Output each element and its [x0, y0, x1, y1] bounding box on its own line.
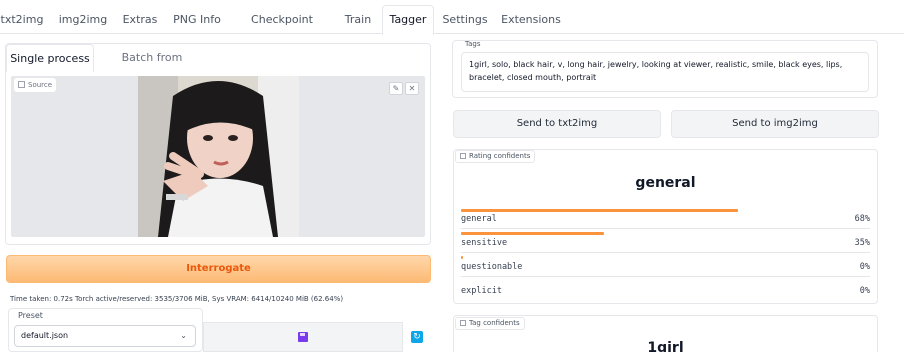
chart-icon	[460, 320, 466, 326]
preset-label: Preset	[18, 311, 43, 320]
tab-extensions[interactable]: Extensions	[500, 6, 562, 34]
tab-png-info[interactable]: PNG Info	[170, 6, 224, 34]
chevron-down-icon: ⌄	[180, 331, 187, 340]
source-label: Source	[14, 78, 57, 92]
tab-train[interactable]: Train	[340, 6, 376, 34]
tag-top-label: 1girl	[647, 340, 684, 352]
confidence-value: 0%	[859, 262, 870, 272]
confidence-name: questionable	[461, 262, 523, 272]
tags-output[interactable]: 1girl, solo, black hair, v, long hair, j…	[461, 52, 869, 92]
rating-label: Rating confidents	[455, 150, 536, 163]
confidence-name: explicit	[461, 286, 502, 296]
divider	[461, 252, 870, 253]
tab-single-process[interactable]: Single process	[6, 44, 94, 72]
tab-extras[interactable]: Extras	[120, 6, 160, 34]
confidence-value: 0%	[859, 286, 870, 296]
confidence-name: sensitive	[461, 238, 508, 248]
tab-tagger[interactable]: Tagger	[382, 5, 434, 35]
confidence-bar-questionable	[461, 256, 463, 259]
divider	[461, 276, 870, 277]
confidence-bar-general	[461, 209, 738, 212]
image-icon	[18, 81, 25, 88]
save-icon[interactable]	[298, 332, 308, 342]
close-icon[interactable]: ✕	[405, 82, 419, 95]
tab-settings[interactable]: Settings	[440, 6, 490, 34]
interrogate-button[interactable]: Interrogate	[6, 255, 431, 283]
preset-dropdown[interactable]: default.json ⌄	[14, 325, 196, 347]
tab-batch-from-directory[interactable]: Batch from directory	[98, 44, 206, 92]
chart-icon	[460, 153, 466, 159]
confidence-name: general	[461, 214, 497, 224]
time-taken-info: Time taken: 0.72s Torch active/reserved:…	[10, 295, 344, 303]
tab-img2img[interactable]: img2img	[56, 6, 110, 34]
rating-top-label: general	[635, 175, 696, 191]
pencil-icon[interactable]: ✎	[389, 82, 403, 95]
tags-label: Tags	[465, 40, 481, 48]
confidence-value: 68%	[854, 214, 870, 224]
confidence-value: 35%	[854, 238, 870, 248]
tab-checkpoint-merger[interactable]: Checkpoint Merger	[234, 6, 330, 54]
send-to-img2img-button[interactable]: Send to img2img	[671, 110, 879, 138]
tab-txt2img[interactable]: txt2img	[0, 6, 44, 34]
confidence-bar-sensitive	[461, 232, 604, 235]
divider	[461, 228, 870, 229]
rating-confidents-panel	[453, 149, 878, 304]
refresh-icon[interactable]: ↻	[411, 331, 423, 343]
send-to-txt2img-button[interactable]: Send to txt2img	[453, 110, 661, 138]
source-image	[138, 76, 299, 237]
tagger-ui: { "top_tabs": ["txt2img", "img2img", "Ex…	[0, 0, 904, 352]
main-tab-bar: txt2img img2img Extras PNG Info Checkpoi…	[0, 5, 904, 54]
tag-conf-label: Tag confidents	[455, 317, 525, 330]
